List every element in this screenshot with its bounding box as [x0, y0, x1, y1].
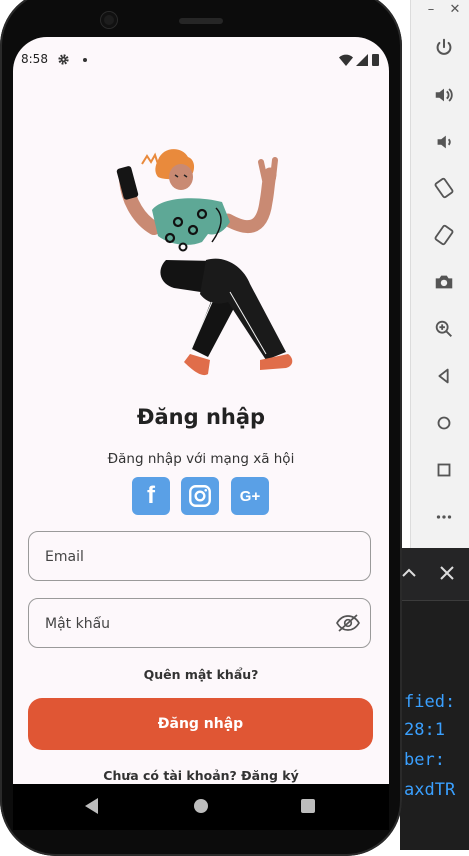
toggle-password-visibility-icon[interactable]: [336, 613, 360, 633]
emulator-toolbar: – ✕: [410, 0, 469, 548]
page-title: Đăng nhập: [136, 405, 266, 429]
zoom-icon[interactable]: [431, 316, 457, 342]
google-plus-icon: G+: [239, 487, 261, 505]
forgot-password-link[interactable]: Quên mật khẩu?: [13, 667, 389, 682]
password-input[interactable]: [43, 599, 337, 649]
facebook-button[interactable]: f: [132, 477, 170, 515]
rotate-right-icon[interactable]: [431, 222, 457, 248]
nav-home-icon[interactable]: [194, 799, 208, 813]
ide-panel: fied: 28:1 ber: axdTR: [400, 548, 469, 850]
code-line: 28:1: [404, 720, 445, 740]
volume-down-icon[interactable]: [431, 129, 457, 155]
app-screen: 8:58 Đăng nhập Đăng nhập với mạng xã hội…: [13, 37, 389, 784]
overview-icon[interactable]: [431, 457, 457, 483]
status-bar: 8:58: [13, 37, 389, 85]
status-time: 8:58: [21, 52, 48, 66]
code-line: axdTR: [404, 780, 456, 800]
close-icon[interactable]: ✕: [445, 2, 465, 17]
battery-icon: [372, 54, 379, 66]
android-nav-bar: [13, 784, 389, 830]
code-line: ber:: [404, 750, 445, 770]
close-panel-icon[interactable]: [438, 564, 456, 582]
social-login-caption: Đăng nhập với mạng xã hội: [107, 451, 295, 467]
home-icon[interactable]: [431, 410, 457, 436]
nav-recents-icon[interactable]: [301, 799, 315, 813]
login-illustration: [116, 149, 293, 376]
code-line: fied:: [404, 692, 456, 712]
nav-back-icon[interactable]: [85, 798, 99, 814]
facebook-icon: f: [147, 482, 155, 509]
front-camera: [101, 12, 117, 28]
register-link[interactable]: Chưa có tài khoản? Đăng ký: [13, 768, 389, 783]
back-icon[interactable]: [431, 363, 457, 389]
chevron-up-icon[interactable]: [400, 564, 418, 582]
google-plus-button[interactable]: G+: [231, 477, 269, 515]
power-icon[interactable]: [431, 35, 457, 61]
camera-icon[interactable]: [431, 269, 457, 295]
more-icon[interactable]: [431, 504, 457, 530]
email-field[interactable]: [28, 531, 371, 582]
minimize-icon[interactable]: –: [421, 2, 441, 17]
ide-panel-header: [400, 548, 469, 601]
email-input[interactable]: [43, 532, 337, 582]
login-button[interactable]: Đăng nhập: [28, 698, 373, 750]
instagram-icon: [189, 485, 211, 507]
instagram-button[interactable]: [181, 477, 219, 515]
wifi-icon: [339, 54, 353, 66]
settings-gear-icon: [58, 54, 69, 65]
password-field[interactable]: [28, 598, 371, 649]
volume-up-icon[interactable]: [431, 82, 457, 108]
rotate-left-icon[interactable]: [431, 175, 457, 201]
notification-dot: [83, 58, 87, 62]
signal-icon: [356, 54, 368, 66]
earpiece-speaker: [179, 18, 223, 24]
